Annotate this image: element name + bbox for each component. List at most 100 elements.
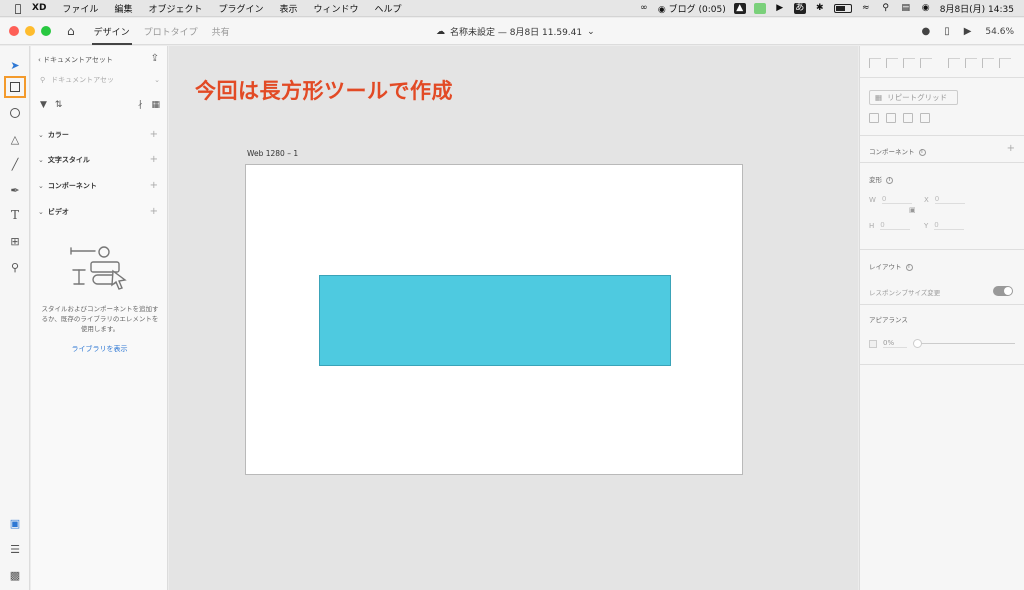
play-circle-icon[interactable]: ▶ [774,3,786,14]
align-middle-icon[interactable] [886,58,898,68]
width-input[interactable]: 0 [881,195,912,204]
repeat-grid-button[interactable]: ▦ リピートグリッド [869,90,958,105]
drive-icon[interactable]: ▲ [733,2,746,14]
y-field[interactable]: Y0 [924,221,965,230]
battery-icon[interactable] [833,3,852,13]
artboard[interactable] [245,164,743,475]
menu-file[interactable]: ファイル [62,2,98,15]
ellipse-tool[interactable] [4,102,26,124]
pen-tool[interactable]: ✒ [4,179,26,201]
zoom-level[interactable]: 54.6% [985,27,1014,37]
add-component-icon[interactable]: + [150,180,158,191]
plugins-panel-toggle[interactable]: ▩ [4,564,26,586]
creative-cloud-icon[interactable]: ∞ [638,3,650,14]
polygon-tool[interactable]: △ [4,128,26,150]
play-preview-icon[interactable]: ▶ [964,26,972,37]
align-center-icon[interactable] [965,58,977,68]
intersect-boolean-icon[interactable] [903,113,913,123]
info-icon[interactable]: i [918,148,926,156]
add-component-plus-icon[interactable]: + [1007,143,1015,154]
layers-panel-toggle[interactable]: ☰ [4,538,26,560]
spotlight-search-icon[interactable]: ⚲ [880,3,892,14]
user-account-icon[interactable]: ● [921,26,930,37]
line-tool[interactable]: ╱ [4,153,26,175]
list-view-icon[interactable]: ∤ [138,100,143,110]
align-right-icon[interactable] [982,58,994,68]
text-tool[interactable]: T [4,204,26,226]
tab-share[interactable]: 共有 [205,18,237,45]
distribute-horizontal-icon[interactable] [999,58,1011,68]
info-icon[interactable]: i [886,176,893,184]
menu-plugins[interactable]: プラグイン [218,2,263,15]
bluetooth-icon[interactable]: ✱ [814,3,826,14]
grid-view-icon[interactable]: ▦ [151,100,160,110]
align-left-icon[interactable] [948,58,960,68]
opacity-slider-thumb[interactable] [913,339,922,348]
opacity-slider-track[interactable] [915,343,1015,344]
filter-icon[interactable]: ▼ [40,100,47,110]
lock-aspect-icon[interactable]: ▣ [909,206,916,214]
minimize-window-button[interactable] [25,26,35,36]
app-menu[interactable]: XD [32,3,46,13]
control-center-icon[interactable]: ▤ [900,3,912,14]
document-title[interactable]: ☁ 名称未設定 — 8月8日 11.59.41 ⌄ [436,18,595,45]
apple-menu-icon[interactable]:  [8,2,28,15]
opacity-checkbox[interactable] [869,339,877,348]
menu-view[interactable]: 表示 [279,2,297,15]
add-color-icon[interactable]: + [150,129,158,140]
zoom-tool[interactable]: ⚲ [4,256,26,278]
status-app-icon[interactable] [753,2,766,14]
menubar-clock[interactable]: 8月8日(月) 14:35 [940,2,1014,15]
x-input[interactable]: 0 [934,195,965,204]
height-input[interactable]: 0 [880,221,911,230]
x-field[interactable]: X0 [924,195,965,204]
sort-icon[interactable]: ⇅ [55,100,63,110]
assets-back[interactable]: ‹ ドキュメントアセット [38,55,113,65]
align-top-icon[interactable] [869,58,881,68]
chevron-down-icon[interactable]: ⌄ [154,76,160,84]
responsive-resize-toggle[interactable] [993,286,1013,296]
add-character-style-icon[interactable]: + [150,154,158,165]
share-export-icon[interactable]: ⇪ [151,53,159,64]
tab-design[interactable]: デザイン [87,18,137,45]
y-input[interactable]: 0 [934,221,965,230]
view-libraries-link[interactable]: ライブラリを表示 [31,344,168,354]
zoom-window-button[interactable] [41,26,51,36]
assets-panel-toggle[interactable]: ▣ [4,512,26,534]
height-field[interactable]: H0 [869,221,911,230]
tab-prototype[interactable]: プロトタイプ [137,18,205,45]
align-bottom-icon[interactable] [903,58,915,68]
rectangle-shape[interactable] [319,275,671,366]
distribute-vertical-icon[interactable] [920,58,932,68]
menu-help[interactable]: ヘルプ [375,2,402,15]
wifi-icon[interactable]: ≈ [860,3,872,14]
add-boolean-icon[interactable] [869,113,879,123]
ime-indicator[interactable]: あ [793,2,806,14]
home-icon[interactable]: ⌂ [67,24,75,38]
assets-search[interactable]: ⚲ ドキュメントアセッ ⌄ [40,73,160,87]
menu-object[interactable]: オブジェクト [148,2,202,15]
info-icon[interactable]: i [905,263,913,271]
close-window-button[interactable] [9,26,19,36]
section-colors[interactable]: ⌄ カラー + [38,129,158,140]
blog-timer-status[interactable]: ◉ ブログ (0:05) [658,2,726,15]
chevron-down-icon: ⌄ [38,155,44,164]
width-field[interactable]: W0 [869,195,912,204]
section-components[interactable]: ⌄ コンポーネント + [38,180,158,191]
artboard-label[interactable]: Web 1280 – 1 [247,149,298,158]
design-canvas[interactable]: 今回は長方形ツールで作成 Web 1280 – 1 [169,46,858,590]
search-input[interactable]: ドキュメントアセッ [51,75,114,85]
menu-window[interactable]: ウィンドウ [314,2,359,15]
mobile-preview-icon[interactable]: ▯ [944,26,950,37]
subtract-boolean-icon[interactable] [886,113,896,123]
exclude-boolean-icon[interactable] [920,113,930,123]
rectangle-tool[interactable] [4,76,26,98]
select-tool[interactable]: ➤ [4,54,26,76]
siri-icon[interactable]: ◉ [920,3,932,14]
section-videos[interactable]: ⌄ ビデオ + [38,206,158,217]
section-character-styles[interactable]: ⌄ 文字スタイル + [38,154,158,165]
opacity-input[interactable]: 0% [883,339,907,348]
artboard-tool[interactable]: ⊞ [4,230,26,252]
add-video-icon[interactable]: + [150,206,158,217]
menu-edit[interactable]: 編集 [114,2,132,15]
